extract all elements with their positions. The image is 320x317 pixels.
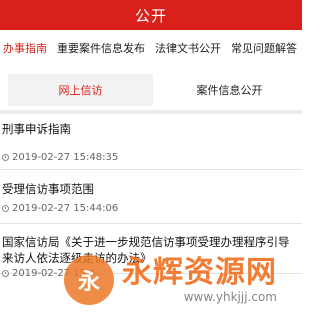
item-date: 2019-02-27 15:48:35 <box>12 152 119 163</box>
sub-tabs: 网上信访 案件信息公开 <box>0 70 302 110</box>
clock-icon <box>2 270 9 277</box>
watermark-logo-icon: 永 <box>64 255 114 305</box>
clock-icon <box>2 205 9 212</box>
subtab-case-info[interactable]: 案件信息公开 <box>157 70 302 110</box>
category-tabs: 办事指南 重要案件信息发布 法律文书公开 常见问题解答 <box>0 30 302 66</box>
list-item[interactable]: 刑事申诉指南 2019-02-27 15:48:35 <box>0 114 302 170</box>
tab-important-cases[interactable]: 重要案件信息发布 <box>52 40 150 56</box>
watermark-overlay: 永 永辉资源网 www.yhkjjj.com <box>64 250 300 310</box>
tab-guide[interactable]: 办事指南 <box>0 40 52 56</box>
watermark-url: www.yhkjjj.com <box>183 290 277 304</box>
subtab-online-petition[interactable]: 网上信访 <box>8 74 153 106</box>
item-date-row: 2019-02-27 15:48:35 <box>2 152 118 163</box>
item-title: 受理信访事项范围 <box>2 182 94 196</box>
top-header: 公开 <box>0 0 302 30</box>
item-date-row: 2019-02-27 15:44:06 <box>2 203 118 214</box>
list-item[interactable]: 受理信访事项范围 2019-02-27 15:44:06 <box>0 170 302 224</box>
tab-faq[interactable]: 常见问题解答 <box>226 40 302 56</box>
watermark-title: 永辉资源网 <box>122 255 277 290</box>
item-title: 刑事申诉指南 <box>2 122 71 136</box>
clock-icon <box>2 154 9 161</box>
tab-legal-documents[interactable]: 法律文书公开 <box>150 40 226 56</box>
page-title: 公开 <box>134 6 167 25</box>
item-date: 2019-02-27 15:44:06 <box>12 203 119 214</box>
